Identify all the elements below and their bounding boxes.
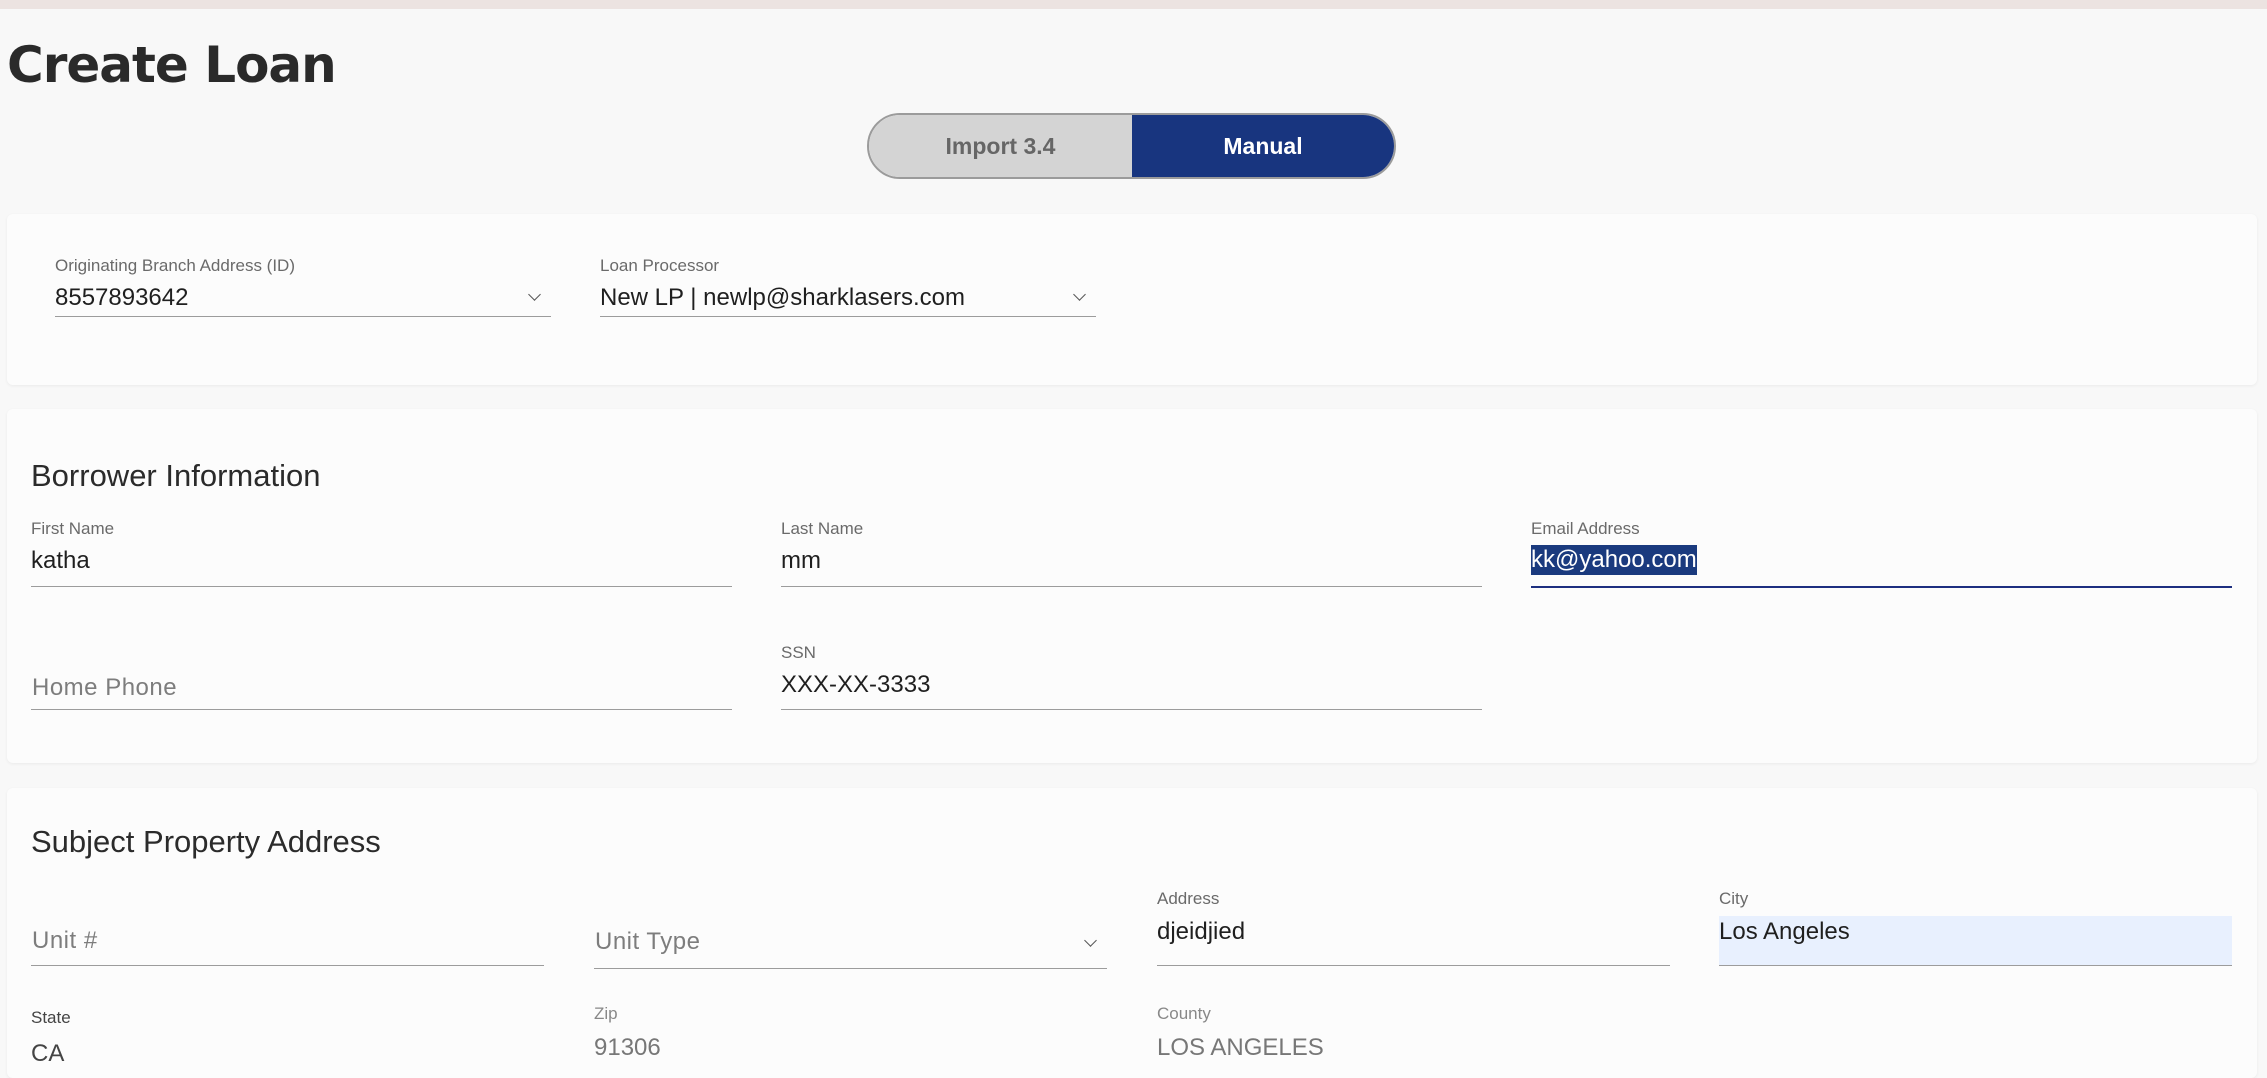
borrower-section-title: Borrower Information [31,458,321,493]
last-name-field[interactable]: Last Name mm [781,507,1482,587]
county-label: County [1157,1004,1211,1023]
last-name-label: Last Name [781,519,864,538]
zip-field[interactable]: Zip 91306 [594,1004,1107,1066]
loan-processor-select[interactable]: Loan Processor New LP | newlp@sharklaser… [600,240,1096,317]
email-address-field[interactable]: Email Address kk@yahoo.com [1531,507,2232,588]
origination-card: Originating Branch Address (ID) 85578936… [7,214,2257,385]
ssn-field[interactable]: SSN XXX-XX-3333 [781,629,1482,710]
top-banner-strip [0,0,2267,9]
ssn-value: XXX-XX-3333 [781,671,931,698]
first-name-label: First Name [31,519,115,538]
county-value: LOS ANGELES [1157,1034,1324,1061]
originating-branch-select[interactable]: Originating Branch Address (ID) 85578936… [55,240,551,317]
email-address-label: Email Address [1531,519,1640,538]
loan-processor-value: New LP | newlp@sharklasers.com [600,284,965,311]
email-address-value: kk@yahoo.com [1531,545,1697,575]
import-mode-button[interactable]: Import 3.4 [869,115,1132,177]
address-field[interactable]: Address djeidjied [1157,888,1670,966]
home-phone-placeholder: Home Phone [32,674,178,701]
chevron-down-icon[interactable] [1084,934,1097,947]
first-name-field[interactable]: First Name katha [31,507,732,587]
unit-number-placeholder: Unit # [32,927,98,954]
loan-processor-label: Loan Processor [600,256,720,275]
address-label: Address [1157,889,1220,908]
unit-type-select[interactable]: Unit Type [594,888,1107,969]
ssn-label: SSN [781,643,816,662]
property-section-title: Subject Property Address [31,824,381,859]
state-value: CA [31,1040,65,1067]
first-name-value: katha [31,547,90,574]
manual-mode-button[interactable]: Manual [1132,115,1394,177]
borrower-card: Borrower Information First Name katha La… [7,409,2257,763]
property-card: Subject Property Address Unit # Unit Typ… [7,788,2257,1078]
unit-type-placeholder: Unit Type [595,928,701,955]
city-field[interactable]: City Los Angeles [1719,888,2232,966]
county-field[interactable]: County LOS ANGELES [1157,1004,1670,1066]
city-label: City [1719,889,1749,908]
originating-branch-value: 8557893642 [55,284,189,311]
home-phone-field[interactable]: Home Phone [31,629,732,710]
page-title: Create Loan [7,36,337,94]
zip-value: 91306 [594,1034,661,1061]
zip-label: Zip [594,1004,618,1023]
originating-branch-label: Originating Branch Address (ID) [55,256,295,275]
address-value: djeidjied [1157,918,1246,945]
unit-number-field[interactable]: Unit # [31,888,544,966]
loan-mode-toggle[interactable]: Import 3.4 Manual [867,113,1396,179]
chevron-down-icon[interactable] [528,288,541,301]
last-name-value: mm [781,547,821,574]
state-field[interactable]: State CA [31,1006,544,1067]
city-value: Los Angeles [1719,918,1850,945]
chevron-down-icon[interactable] [1073,288,1086,301]
state-label: State [31,1008,71,1027]
